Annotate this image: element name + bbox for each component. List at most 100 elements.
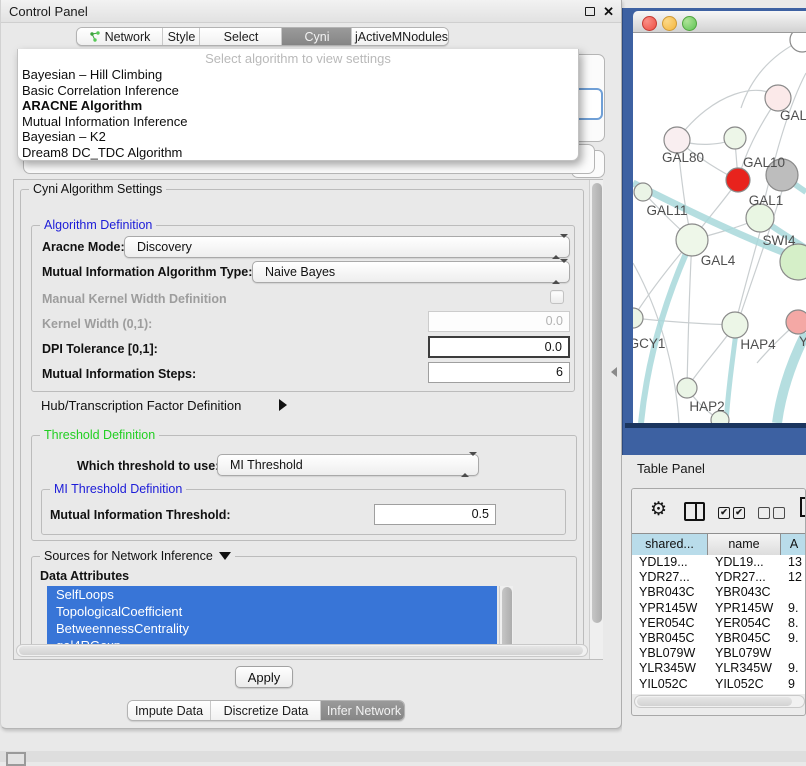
table-header: shared... name A xyxy=(632,533,805,555)
tab-style[interactable]: Style xyxy=(162,28,200,45)
table-row[interactable]: YIL052CYIL052C9 xyxy=(632,677,805,692)
column-header-shared-name[interactable]: shared... xyxy=(632,533,708,556)
table-panel-body: ⚙ ✔✔ shared... name A YDL19...YDL19...13… xyxy=(631,488,806,716)
table-row[interactable]: YLR345WYLR345W9. xyxy=(632,661,805,676)
network-node[interactable] xyxy=(790,33,806,52)
network-node-y[interactable] xyxy=(786,310,806,334)
bottom-tab-infer-network[interactable]: Infer Network xyxy=(320,701,405,720)
mi-algorithm-type-combo[interactable]: Naive Bayes xyxy=(252,261,570,283)
sources-group-title: Sources for Network Inference xyxy=(40,549,235,564)
table-cell: YBR043C xyxy=(632,585,714,600)
settings-hscrollbar[interactable] xyxy=(16,644,588,657)
network-glyph-icon xyxy=(89,31,101,43)
table-cell: YBL079W xyxy=(632,646,714,661)
tab-network[interactable]: Network xyxy=(77,28,162,45)
mi-steps-label: Mutual Information Steps: xyxy=(42,367,196,381)
bottom-tab-discretize-data[interactable]: Discretize Data xyxy=(210,701,321,720)
select-all-icon[interactable]: ✔✔ xyxy=(718,504,748,522)
sources-group: Sources for Network Inference Data Attri… xyxy=(31,556,577,648)
table-row[interactable]: YPR145WYPR145W9. xyxy=(632,601,805,616)
network-node-gal10[interactable] xyxy=(724,127,746,149)
table-cell: YBL079W xyxy=(708,646,787,661)
network-window-shadow xyxy=(625,423,806,428)
gear-icon[interactable]: ⚙ xyxy=(650,498,667,521)
network-edge xyxy=(633,318,735,325)
settings-vscrollbar[interactable] xyxy=(589,180,603,659)
tab-select[interactable]: Select xyxy=(199,28,282,45)
threshold-definition-group: Threshold Definition Which threshold to … xyxy=(31,435,577,541)
hub-expand-arrow-icon[interactable] xyxy=(279,399,287,411)
algorithm-option[interactable]: Mutual Information Inference xyxy=(18,114,578,130)
table-row[interactable]: YBL079WYBL079W xyxy=(632,646,805,661)
control-panel-tabbar: Network StyleSelectCyni ToolboxjActiveMNo… xyxy=(76,27,449,46)
attribute-list-item[interactable]: TopologicalCoefficient xyxy=(47,603,497,620)
float-window-icon[interactable] xyxy=(585,7,595,16)
attribute-list-item[interactable]: BetweennessCentrality xyxy=(47,620,497,637)
tab-jactivemnodules[interactable]: jActiveMNodules xyxy=(351,28,449,45)
network-node-gal4[interactable] xyxy=(676,224,708,256)
tab-cyni-toolbox[interactable]: Cyni Toolbox xyxy=(281,28,352,45)
table-row[interactable]: YER054CYER054C8. xyxy=(632,616,805,631)
aracne-mode-combo[interactable]: Discovery xyxy=(124,236,570,258)
network-edge xyxy=(735,232,760,325)
tab-label: Impute Data xyxy=(135,701,203,721)
mi-threshold-field[interactable]: 0.5 xyxy=(374,504,496,525)
apply-button[interactable]: Apply xyxy=(235,666,293,688)
table-row[interactable]: YDL19...YDL19...13 xyxy=(632,555,805,570)
network-node-gal11[interactable] xyxy=(634,183,652,201)
bottom-tab-impute-data[interactable]: Impute Data xyxy=(128,701,210,720)
network-node-gcy1[interactable] xyxy=(633,308,643,328)
manual-kernel-label: Manual Kernel Width Definition xyxy=(42,292,227,306)
table-cell xyxy=(781,585,805,600)
which-threshold-combo[interactable]: MI Threshold xyxy=(217,454,479,476)
column-header-partial[interactable]: A xyxy=(781,533,806,556)
document-icon[interactable] xyxy=(799,497,806,522)
control-panel-titlebar[interactable]: Control Panel ✕ xyxy=(1,0,621,23)
app-root: { "window": {"title": "Control Panel"}, … xyxy=(0,0,806,762)
network-canvas[interactable]: GALGAL80GAL10GAL11GAL1GAL4SWI4GCY1HAP4YH… xyxy=(633,33,806,423)
table-cell: 9. xyxy=(781,601,805,616)
table-cell: 12 xyxy=(781,570,805,585)
attribute-list-item[interactable]: SelfLoops xyxy=(47,586,497,603)
table-row[interactable]: YBR043CYBR043C xyxy=(632,585,805,600)
algorithm-option[interactable]: Bayesian – K2 xyxy=(18,129,578,145)
network-node-hap4[interactable] xyxy=(722,312,748,338)
mi-steps-field[interactable]: 6 xyxy=(428,362,570,383)
table-row[interactable]: YBR045CYBR045C9. xyxy=(632,631,805,646)
table-cell: YER054C xyxy=(632,616,714,631)
threshold-definition-title: Threshold Definition xyxy=(40,428,159,443)
tab-label: Style xyxy=(168,28,196,46)
deselect-all-icon[interactable] xyxy=(758,504,788,522)
columns-icon[interactable] xyxy=(684,502,705,521)
dpi-tolerance-field[interactable]: 0.0 xyxy=(428,336,570,358)
manual-kernel-checkbox[interactable] xyxy=(550,290,564,304)
minimized-panel-icon[interactable] xyxy=(6,752,26,766)
mac-close-icon[interactable] xyxy=(642,16,657,31)
table-cell: YBR045C xyxy=(708,631,787,646)
algorithm-option[interactable]: Bayesian – Hill Climbing xyxy=(18,67,578,83)
algorithm-option[interactable]: Basic Correlation Inference xyxy=(18,83,578,99)
cyni-algorithm-settings-group: Cyni Algorithm Settings Algorithm Defini… xyxy=(20,189,584,649)
network-node-gal1[interactable] xyxy=(746,204,774,232)
tab-label: jActiveMNodules xyxy=(355,28,448,46)
mac-minimize-icon[interactable] xyxy=(662,16,677,31)
combo-arrows-icon xyxy=(552,263,560,281)
network-node-label: GAL11 xyxy=(646,203,687,218)
splitter-collapse-icon[interactable] xyxy=(611,367,617,377)
column-header-name[interactable]: name xyxy=(708,533,781,556)
mi-algorithm-type-value: Naive Bayes xyxy=(265,262,335,282)
table-hscrollbar[interactable] xyxy=(634,695,805,708)
network-window-titlebar[interactable] xyxy=(633,11,806,33)
table-row[interactable]: YDR27...YDR27...12 xyxy=(632,570,805,585)
network-node-hap2[interactable] xyxy=(677,378,697,398)
table-cell: YBR043C xyxy=(708,585,787,600)
mac-zoom-icon[interactable] xyxy=(682,16,697,31)
kernel-width-field[interactable]: 0.0 xyxy=(428,311,570,332)
network-node-label: GAL10 xyxy=(743,155,785,170)
algorithm-option[interactable]: ARACNE Algorithm xyxy=(18,98,578,114)
algorithm-option[interactable]: Dream8 DC_TDC Algorithm xyxy=(18,145,578,161)
close-icon[interactable]: ✕ xyxy=(603,0,614,23)
sources-collapse-arrow-icon[interactable] xyxy=(219,552,231,560)
network-node[interactable] xyxy=(726,168,750,192)
table-toolbar: ⚙ ✔✔ xyxy=(632,489,805,533)
